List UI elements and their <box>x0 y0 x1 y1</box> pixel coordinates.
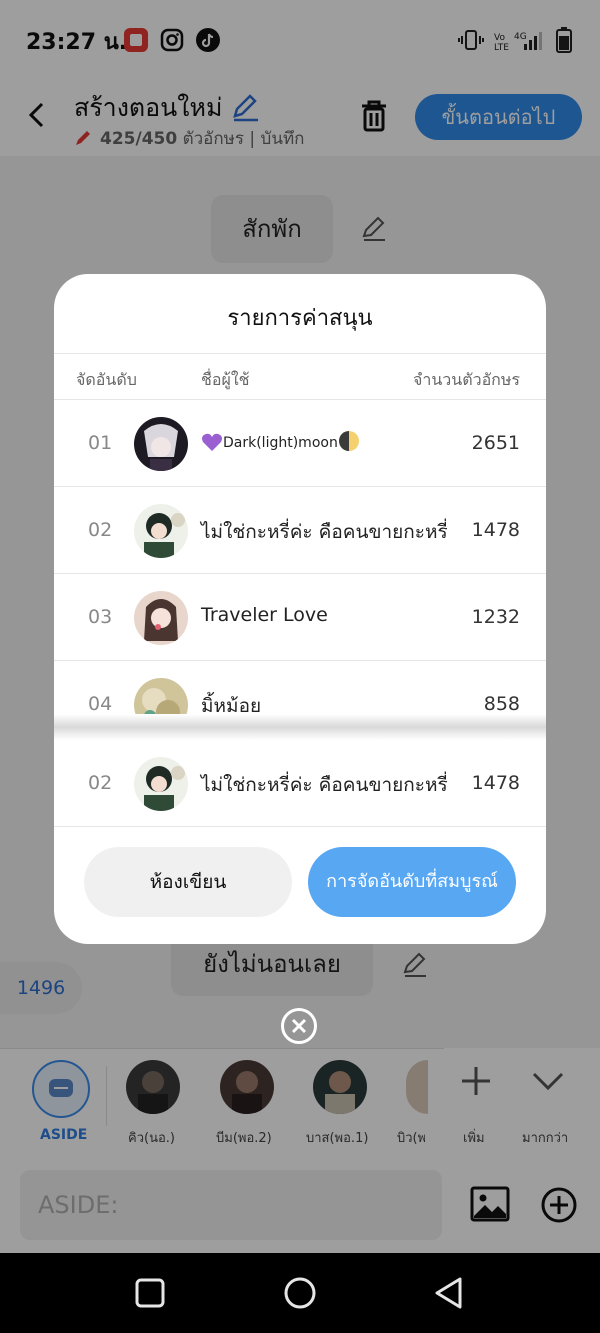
list-divider-shadow <box>54 714 546 740</box>
support-ranking-modal: รายการค่าสนุน จัดอันดับ ชื่อผู้ใช้ จำนวน… <box>54 274 546 944</box>
char-total: 858 <box>483 693 520 715</box>
writing-room-button[interactable]: ห้องเขียน <box>84 847 292 917</box>
close-icon[interactable] <box>281 1008 317 1044</box>
ranking-row[interactable]: 02 ไม่ใช่กะหรี่ค่ะ คือคนขายกะหรี่ 1478 <box>54 487 546 573</box>
rank-number: 03 <box>88 606 113 628</box>
my-ranking-row[interactable]: 02 ไม่ใช่กะหรี่ค่ะ คือคนขายกะหรี่ 1478 <box>54 740 546 826</box>
char-total: 1478 <box>471 519 520 541</box>
column-header-chars: จำนวนตัวอักษร <box>412 370 520 389</box>
ranking-row[interactable]: 03 Traveler Love 1232 <box>54 574 546 660</box>
user-name: ไม่ใช่กะหรี่ค่ะ คือคนขายกะหรี่ <box>201 521 448 543</box>
user-avatar <box>134 504 188 558</box>
user-avatar <box>134 757 188 811</box>
divider <box>54 353 546 354</box>
user-name: Dark(light)moon <box>201 430 360 452</box>
char-total: 2651 <box>471 432 520 454</box>
rank-number: 02 <box>88 519 113 541</box>
user-name: ไม่ใช่กะหรี่ค่ะ คือคนขายกะหรี่ <box>201 774 448 796</box>
column-header-user: ชื่อผู้ใช้ <box>201 370 250 389</box>
ranking-row[interactable]: 01 Dark(light)moon 2651 <box>54 400 546 486</box>
char-total: 1478 <box>471 772 520 794</box>
rank-number: 04 <box>88 693 113 715</box>
back-nav-icon[interactable] <box>432 1276 466 1310</box>
user-avatar <box>134 591 188 645</box>
user-name: Traveler Love <box>201 604 328 626</box>
char-total: 1232 <box>471 606 520 628</box>
divider <box>54 826 546 827</box>
full-ranking-button[interactable]: การจัดอันดับที่สมบูรณ์ <box>308 847 516 917</box>
rank-number: 02 <box>88 772 113 794</box>
rank-number: 01 <box>88 432 113 454</box>
modal-title: รายการค่าสนุน <box>227 306 373 331</box>
column-header-rank: จัดอันดับ <box>76 370 137 389</box>
user-avatar <box>134 417 188 471</box>
home-icon[interactable] <box>283 1276 317 1310</box>
user-name-text: Dark(light)moon <box>223 435 338 451</box>
purple-heart-icon <box>202 433 222 451</box>
moon-phase-icon <box>338 431 359 451</box>
recents-icon[interactable] <box>134 1277 166 1309</box>
